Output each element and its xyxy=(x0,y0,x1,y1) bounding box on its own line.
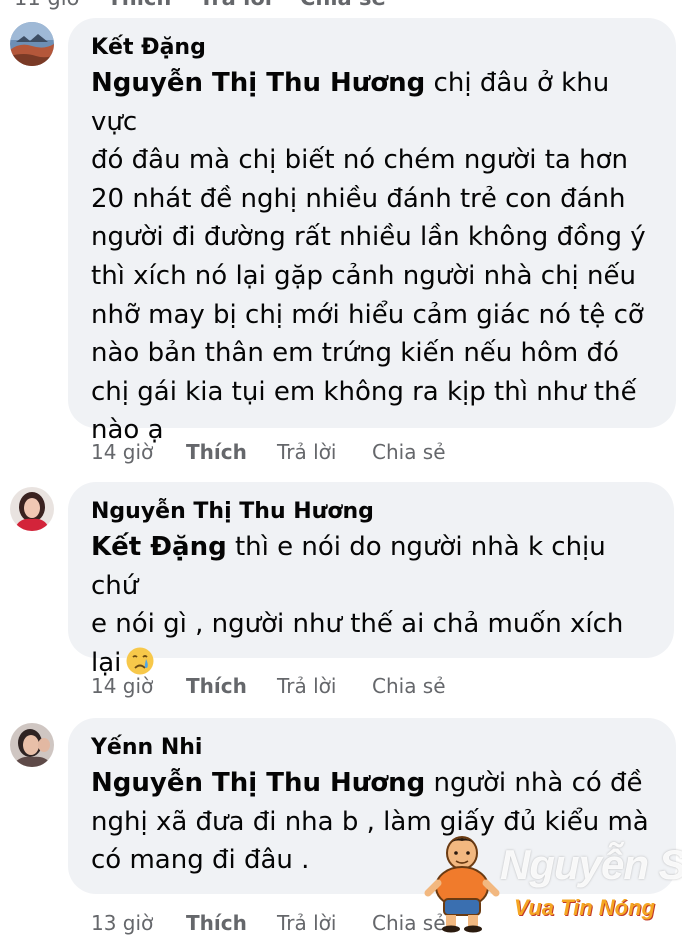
avatar[interactable] xyxy=(10,487,54,531)
timestamp[interactable]: 14 giờ xyxy=(91,674,186,698)
reply-button[interactable]: Trả lời xyxy=(277,911,372,935)
watermark-tagline: Vua Tin Nóng xyxy=(514,895,655,920)
comment-line: đó đâu mà chị biết nó chém người ta hơn xyxy=(91,145,628,176)
mention-link[interactable]: Nguyễn Thị Thu Hương xyxy=(91,68,425,98)
like-button[interactable]: Thích xyxy=(186,911,277,935)
comment-line: người đi đường rất nhiều lần không đồng … xyxy=(91,222,646,253)
comment-text: Kết Đặng thì e nói do người nhà k chịu c… xyxy=(91,528,656,682)
timestamp[interactable]: 14 giờ xyxy=(91,440,186,464)
comment-line: thì xích nó lại gặp cảnh người nhà chị n… xyxy=(91,260,636,291)
comment-line: 20 nhát đề nghị nhiều đánh trẻ con đánh xyxy=(91,183,626,214)
mention-link[interactable]: Nguyễn Thị Thu Hương xyxy=(91,768,425,798)
like-button[interactable]: Thích xyxy=(186,674,277,698)
comment-line: có mang đi đâu . xyxy=(91,845,310,876)
crying-face-emoji xyxy=(126,647,154,675)
reply-button[interactable]: Trả lời xyxy=(199,0,272,10)
comment-author[interactable]: Yếnn Nhi xyxy=(91,734,658,762)
avatar-ket-dang-image xyxy=(10,22,54,66)
comment-actions: 13 giờ Thích Trả lời Chia sẻ xyxy=(91,910,462,936)
comment-line: nhỡ may bị chị mới hiểu cảm giác nó tệ c… xyxy=(91,299,644,330)
timestamp[interactable]: 11 giờ xyxy=(14,0,79,10)
watermark: Nguyễn Sin Vua Tin Nóng xyxy=(422,827,682,937)
comment-author[interactable]: Kết Đặng xyxy=(91,34,658,62)
comment-text: Nguyễn Thị Thu Hương chị đâu ở khu vực đó… xyxy=(91,64,658,450)
watermark-name: Nguyễn Sin xyxy=(500,841,682,888)
reply-button[interactable]: Trả lời xyxy=(277,674,372,698)
share-button[interactable]: Chia sẻ xyxy=(372,440,462,464)
avatar[interactable] xyxy=(10,723,54,767)
timestamp[interactable]: 13 giờ xyxy=(91,911,186,935)
comment-line: chị gái kia tụi em không ra kịp thì như … xyxy=(91,376,637,407)
comment-thread: 11 giờ Thích Trả lời Chia sẻ Kết Đặng Ng… xyxy=(0,0,682,943)
comment-line: nào bản thân em trứng kiến nếu hôm đó xyxy=(91,338,619,369)
comment-bubble: Nguyễn Thị Thu Hương Kết Đặng thì e nói … xyxy=(68,482,674,678)
avatar[interactable] xyxy=(10,22,54,66)
comment-line: e nói gì , người như thế ai chả muốn xíc… xyxy=(91,609,624,640)
comment-actions: 14 giờ Thích Trả lời Chia sẻ xyxy=(91,439,462,465)
comment-line: người nhà có đề xyxy=(425,768,643,798)
like-button[interactable]: Thích xyxy=(186,440,277,464)
share-button[interactable]: Chia sẻ xyxy=(372,674,462,698)
avatar-thu-huong-image xyxy=(10,487,54,531)
previous-comment-actions: 11 giờ Thích Trả lời Chia sẻ xyxy=(14,0,386,10)
mention-link[interactable]: Kết Đặng xyxy=(91,532,227,562)
comment-actions: 14 giờ Thích Trả lời Chia sẻ xyxy=(91,673,462,699)
reply-button[interactable]: Trả lời xyxy=(277,440,372,464)
comment-bubble: Kết Đặng Nguyễn Thị Thu Hương chị đâu ở … xyxy=(68,18,676,445)
comment-author[interactable]: Nguyễn Thị Thu Hương xyxy=(91,498,656,526)
share-button[interactable]: Chia sẻ xyxy=(300,0,386,10)
mascot-icon xyxy=(424,836,500,933)
avatar-yenn-nhi-image xyxy=(10,723,54,767)
like-button[interactable]: Thích xyxy=(107,0,171,10)
